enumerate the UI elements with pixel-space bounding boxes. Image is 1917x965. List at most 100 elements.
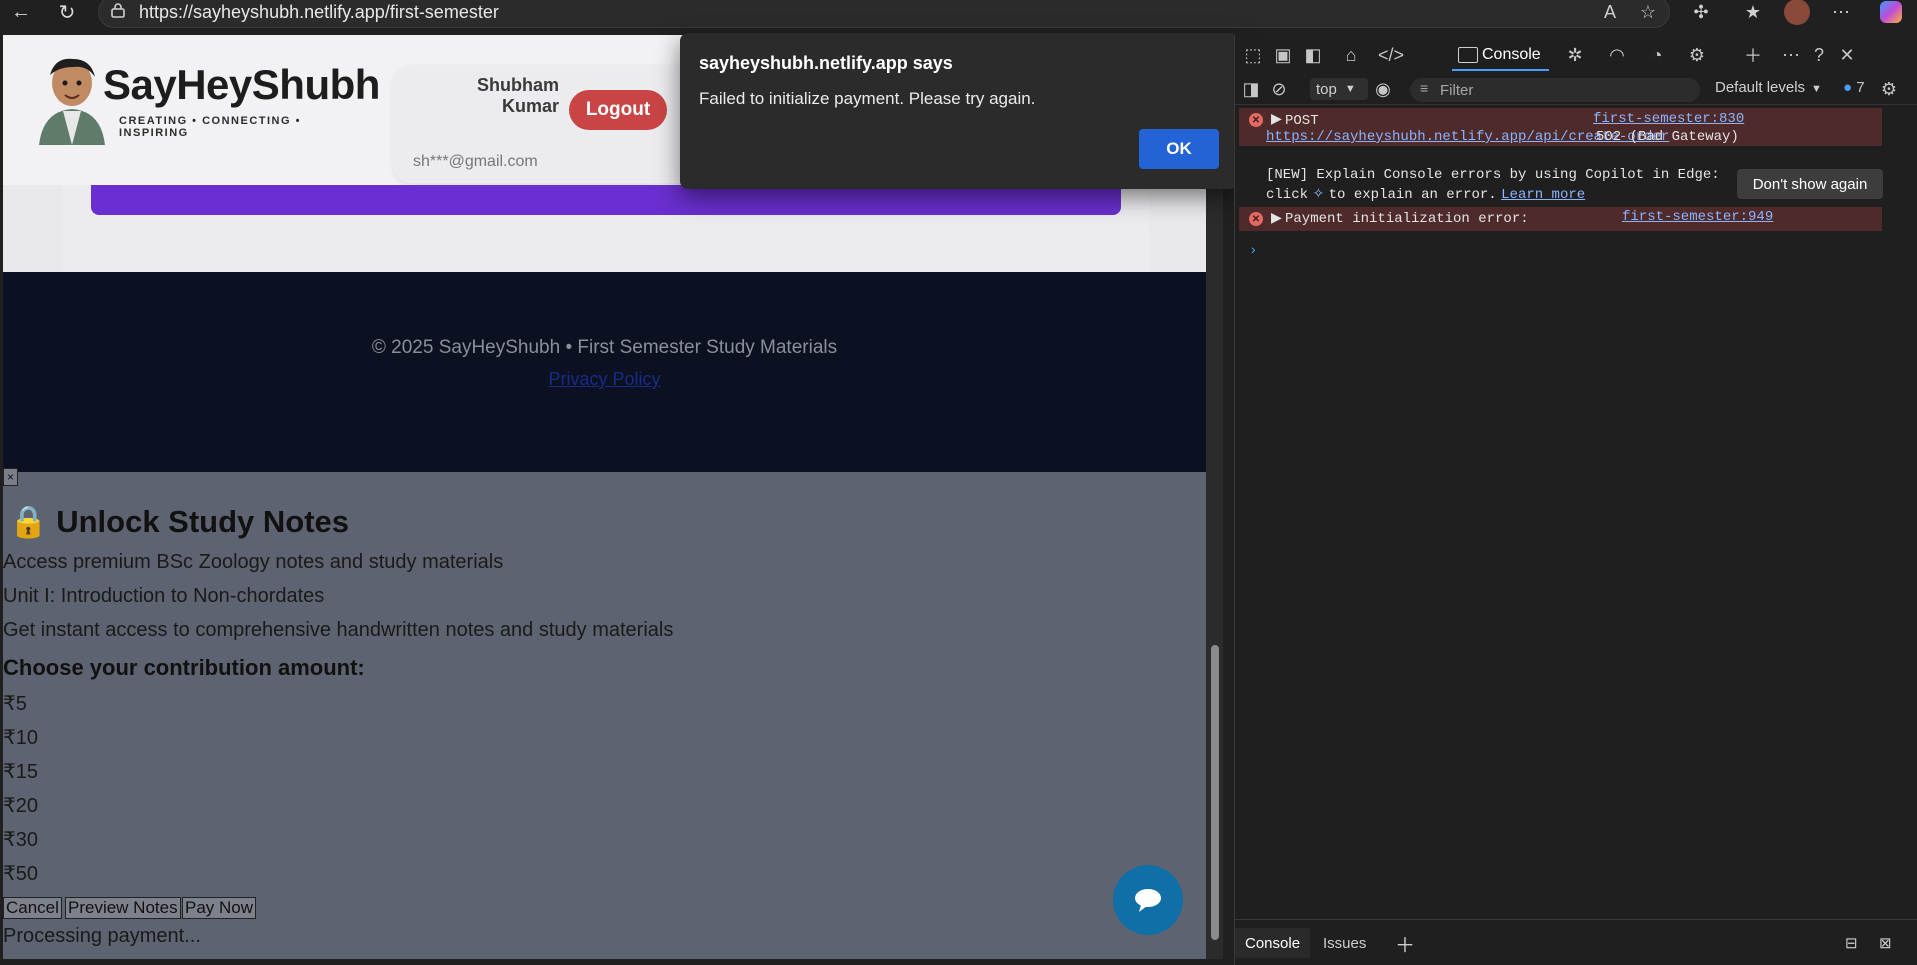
- error-source-link[interactable]: first-semester:949: [1622, 209, 1773, 225]
- expand-triangle-icon[interactable]: ▶: [1271, 210, 1282, 227]
- help-icon[interactable]: ?: [1807, 43, 1831, 67]
- close-devtools-icon[interactable]: ✕: [1835, 43, 1859, 67]
- copilot-icon[interactable]: [1876, 0, 1906, 24]
- address-bar[interactable]: https://sayheyshubh.netlify.app/first-se…: [98, 0, 1670, 28]
- modal-overlay: [3, 472, 1206, 959]
- copilot-sparkle-icon: ✧: [1312, 187, 1325, 203]
- copilot-explain-text: to explain an error.: [1328, 187, 1497, 203]
- modal-access-text: Get instant access to comprehensive hand…: [3, 619, 674, 641]
- more-menu-icon[interactable]: ⋯: [1826, 0, 1856, 24]
- payment-status: Processing payment...: [3, 925, 201, 947]
- cancel-button[interactable]: Cancel: [3, 897, 62, 919]
- performance-icon[interactable]: ◔: [1645, 43, 1669, 67]
- sidebar-toggle-icon[interactable]: ◨: [1239, 77, 1263, 101]
- copilot-hint-line1: [NEW] Explain Console errors by using Co…: [1266, 167, 1720, 183]
- chevron-down-icon: ▼: [1811, 83, 1822, 95]
- logo-title: SayHeyShubh: [103, 61, 380, 108]
- amount-heading: Choose your contribution amount:: [3, 655, 365, 680]
- back-icon[interactable]: ←: [6, 0, 36, 24]
- console-error-row[interactable]: ✕ ▶ Payment initialization error: first-…: [1239, 207, 1882, 231]
- modal-unit: Unit I: Introduction to Non-chordates: [3, 585, 325, 607]
- devtools-drawer-tabs: Console Issues ＋ ⊟ ⊠: [1235, 919, 1917, 965]
- footer-copyright: © 2025 SayHeyShubh • First Semester Stud…: [371, 337, 838, 358]
- console-error-row[interactable]: ✕ ▶ POST first-semester:830 https://sayh…: [1239, 108, 1882, 146]
- profile-avatar[interactable]: [1782, 0, 1812, 25]
- expand-triangle-icon[interactable]: ▶: [1271, 111, 1282, 128]
- modal-description: Access premium BSc Zoology notes and stu…: [3, 551, 504, 573]
- drawer-tab-console[interactable]: Console: [1235, 928, 1311, 958]
- drawer-dock-icon[interactable]: ⊟: [1835, 928, 1868, 958]
- dont-show-again-button[interactable]: Don't show again: [1737, 169, 1883, 199]
- message-icon: ●: [1843, 79, 1853, 96]
- console-settings-icon[interactable]: ⚙: [1877, 77, 1901, 101]
- alert-message: Failed to initialize payment. Please try…: [699, 89, 1036, 108]
- scrollbar-thumb[interactable]: [1211, 645, 1219, 940]
- amount-option-10[interactable]: ₹10: [3, 725, 38, 750]
- browser-chrome: ← ↻ https://sayheyshubh.netlify.app/firs…: [0, 0, 1917, 30]
- error-message: Payment initialization error:: [1285, 211, 1529, 227]
- drawer-close-icon[interactable]: ⊠: [1869, 928, 1902, 958]
- learn-more-link[interactable]: Learn more: [1501, 187, 1585, 203]
- device-emulation-icon[interactable]: ▣: [1271, 43, 1295, 67]
- url-text: https://sayheyshubh.netlify.app/first-se…: [139, 1, 499, 22]
- add-tab-icon[interactable]: ＋: [1741, 43, 1765, 67]
- sources-bug-icon[interactable]: ✲: [1563, 43, 1587, 67]
- live-expression-eye-icon[interactable]: ◉: [1371, 77, 1395, 101]
- network-wifi-icon[interactable]: ◠: [1605, 43, 1629, 67]
- chat-bubble-icon: [1135, 889, 1161, 912]
- error-method: POST: [1285, 113, 1319, 129]
- user-name: Shubham Kumar: [476, 75, 559, 116]
- error-status: 502 (Bad Gateway): [1596, 129, 1739, 145]
- amount-option-15[interactable]: ₹15: [3, 759, 38, 784]
- console-icon: [1458, 47, 1478, 63]
- amount-option-20[interactable]: ₹20: [3, 793, 38, 818]
- favorites-icon[interactable]: ★: [1738, 0, 1768, 24]
- add-drawer-tab-icon[interactable]: ＋: [1385, 928, 1425, 958]
- error-icon: ✕: [1249, 113, 1263, 127]
- settings-gear-icon[interactable]: ⚙: [1685, 43, 1709, 67]
- favorite-star-icon[interactable]: ☆: [1633, 0, 1663, 24]
- alert-ok-button[interactable]: OK: [1139, 129, 1219, 169]
- elements-icon[interactable]: </>: [1378, 43, 1404, 67]
- log-levels-dropdown[interactable]: Default levels ▼: [1715, 79, 1822, 96]
- filter-placeholder: Filter: [1440, 81, 1474, 99]
- tab-console[interactable]: Console: [1452, 41, 1549, 71]
- issues-badge[interactable]: ● 7: [1843, 79, 1865, 96]
- devtools-panel: ⬚ ▣ ◧ ⌂ </> Console ✲ ◠ ◔ ⚙ ＋ ⋯ ? ✕ ◨ ⊘ …: [1234, 35, 1917, 965]
- copilot-click-text: click: [1266, 187, 1309, 203]
- footer-privacy-link[interactable]: Privacy Policy: [3, 369, 1206, 390]
- drawer-tab-issues[interactable]: Issues: [1313, 928, 1376, 958]
- chevron-down-icon: ▼: [1344, 83, 1356, 95]
- modal-close-button[interactable]: ×: [3, 468, 18, 486]
- filter-icon: ≡: [1420, 80, 1429, 96]
- clear-console-icon[interactable]: ⊘: [1267, 77, 1291, 101]
- logo-tagline: CREATING • CONNECTING • INSPIRING: [119, 115, 301, 139]
- error-icon: ✕: [1249, 212, 1263, 226]
- lock-icon: [111, 3, 125, 18]
- logout-button[interactable]: Logout: [569, 90, 667, 130]
- site-logo[interactable]: SayHeyShubh CREATING • CONNECTING • INSP…: [33, 47, 380, 157]
- dock-side-icon[interactable]: ◧: [1301, 43, 1325, 67]
- alert-title: sayheyshubh.netlify.app says: [699, 53, 953, 73]
- extensions-icon[interactable]: ✣: [1686, 0, 1716, 24]
- console-filter-input[interactable]: ≡ Filter: [1410, 78, 1700, 102]
- error-source-link[interactable]: first-semester:830: [1593, 111, 1744, 127]
- purple-banner: [91, 185, 1121, 215]
- context-value: top: [1316, 80, 1337, 98]
- welcome-home-icon[interactable]: ⌂: [1339, 43, 1363, 67]
- amount-option-30[interactable]: ₹30: [3, 827, 38, 852]
- context-selector[interactable]: top ▼: [1310, 78, 1368, 100]
- modal-title: 🔒 Unlock Study Notes: [9, 504, 350, 539]
- read-aloud-icon[interactable]: A: [1595, 0, 1625, 24]
- inspect-icon[interactable]: ⬚: [1241, 43, 1265, 67]
- amount-option-50[interactable]: ₹50: [3, 861, 38, 886]
- chat-button[interactable]: [1113, 865, 1183, 935]
- console-prompt-icon[interactable]: ›: [1249, 243, 1257, 259]
- amount-option-5[interactable]: ₹5: [3, 691, 27, 716]
- preview-notes-button[interactable]: Preview Notes: [65, 897, 181, 919]
- more-tools-icon[interactable]: ⋯: [1779, 43, 1803, 67]
- reload-icon[interactable]: ↻: [52, 0, 82, 24]
- pay-now-button[interactable]: Pay Now: [182, 897, 257, 919]
- alert-dialog: sayheyshubh.netlify.app says Failed to i…: [680, 33, 1238, 189]
- devtools-toolbar: ⬚ ▣ ◧ ⌂ </> Console ✲ ◠ ◔ ⚙ ＋ ⋯ ? ✕: [1235, 35, 1917, 73]
